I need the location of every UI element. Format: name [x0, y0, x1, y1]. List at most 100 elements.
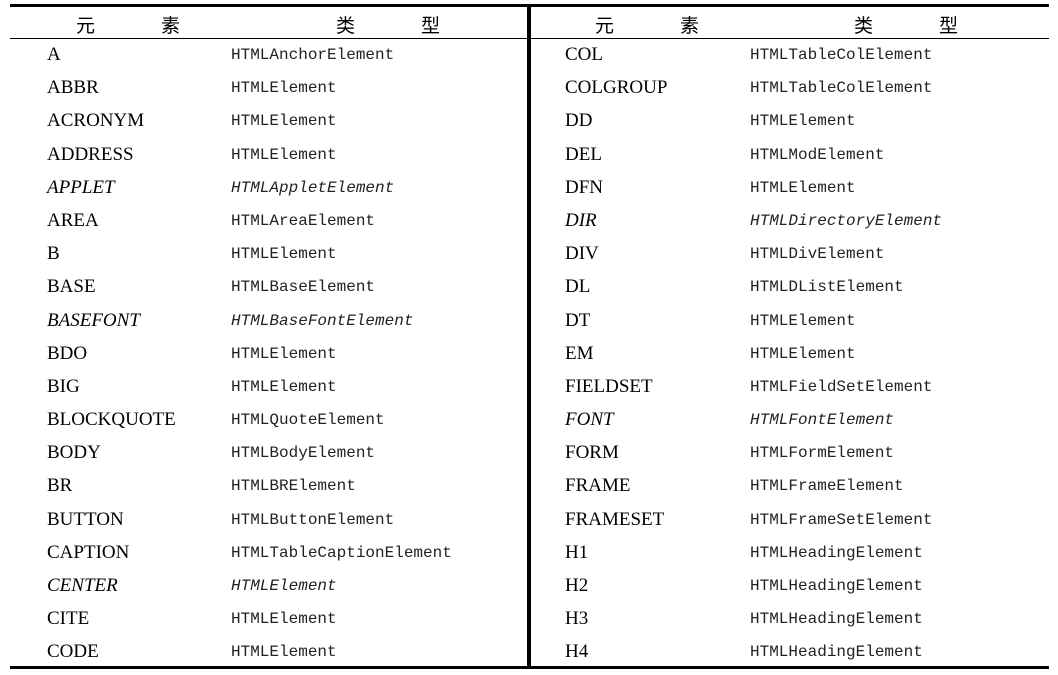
- table-row: DEL HTMLModElement: [531, 139, 1049, 172]
- element-name: DL: [565, 276, 591, 298]
- table-row: BDO HTMLElement: [10, 338, 527, 371]
- element-type: HTMLBaseElement: [231, 278, 376, 297]
- table-left-half: 元 素 类 型 A HTMLAnchorElement ABBR HTMLElemen…: [10, 7, 527, 666]
- table-row: CAPTION HTMLTableCaptionElement: [10, 537, 527, 570]
- element-type-table: 元 素 类 型 A HTMLAnchorElement ABBR HTMLElemen…: [10, 4, 1049, 669]
- table-row: FRAME HTMLFrameElement: [531, 470, 1049, 503]
- table-row: ABBR HTMLElement: [10, 72, 527, 105]
- element-type: HTMLHeadingElement: [750, 643, 923, 662]
- element-name: FRAME: [565, 475, 631, 497]
- element-name: BLOCKQUOTE: [47, 409, 176, 431]
- element-name: BASEFONT: [47, 309, 140, 331]
- element-name: BDO: [47, 342, 88, 364]
- table-row: H3 HTMLHeadingElement: [531, 603, 1049, 636]
- element-type: HTMLElement: [750, 112, 856, 131]
- element-name: CAPTION: [47, 541, 130, 563]
- element-name: BIG: [47, 375, 80, 397]
- table-row: AREA HTMLAreaElement: [10, 205, 527, 238]
- table-row: FORM HTMLFormElement: [531, 437, 1049, 470]
- table-row: BASE HTMLBaseElement: [10, 271, 527, 304]
- table-row: BODY HTMLBodyElement: [10, 437, 527, 470]
- element-name: H4: [565, 641, 589, 663]
- element-type: HTMLDirectoryElement: [750, 211, 943, 230]
- element-type: HTMLFrameElement: [750, 477, 904, 496]
- element-type: HTMLButtonElement: [231, 510, 395, 529]
- table-row: H1 HTMLHeadingElement: [531, 537, 1049, 570]
- table-row: B HTMLElement: [10, 238, 527, 271]
- element-name: APPLET: [47, 176, 115, 198]
- element-type: HTMLBodyElement: [231, 444, 376, 463]
- element-name: H1: [565, 541, 589, 563]
- element-type: HTMLElement: [750, 311, 856, 330]
- element-type: HTMLHeadingElement: [750, 610, 923, 629]
- header-element: 元 素: [595, 15, 730, 37]
- element-name: CODE: [47, 641, 99, 663]
- element-name: DEL: [565, 143, 602, 165]
- table-row: DL HTMLDListElement: [531, 271, 1049, 304]
- element-name: FRAMESET: [565, 508, 665, 530]
- element-name: BUTTON: [47, 508, 124, 530]
- element-type: HTMLFrameSetElement: [750, 510, 933, 529]
- table-row: DFN HTMLElement: [531, 172, 1049, 205]
- element-name: DIR: [565, 209, 597, 231]
- element-name: FONT: [565, 409, 614, 431]
- table-row: BR HTMLBRElement: [10, 470, 527, 503]
- element-name: BR: [47, 475, 73, 497]
- element-type: HTMLFontElement: [750, 411, 895, 430]
- table-row: CODE HTMLElement: [10, 636, 527, 669]
- table-row: COLGROUP HTMLTableColElement: [531, 72, 1049, 105]
- element-name: ABBR: [47, 77, 99, 99]
- element-name: DFN: [565, 176, 604, 198]
- table-row: APPLET HTMLAppletElement: [10, 172, 527, 205]
- element-type: HTMLElement: [231, 145, 337, 164]
- element-name: FIELDSET: [565, 375, 653, 397]
- table-header: 元 素 类 型: [531, 7, 1049, 39]
- table-body-right: COL HTMLTableColElement COLGROUP HTMLTableC…: [531, 39, 1049, 670]
- header-element: 元 素: [76, 15, 211, 37]
- header-type: 类 型: [854, 15, 989, 37]
- table-row: H4 HTMLHeadingElement: [531, 636, 1049, 669]
- element-type: HTMLTableColElement: [750, 46, 933, 64]
- table-header: 元 素 类 型: [10, 7, 527, 39]
- element-name: AREA: [47, 209, 99, 231]
- element-type: HTMLFormElement: [750, 444, 895, 463]
- element-name: BODY: [47, 442, 101, 464]
- element-type: HTMLModElement: [750, 145, 885, 164]
- table-row: CITE HTMLElement: [10, 603, 527, 636]
- table-right-half: 元 素 类 型 COL HTMLTableColElement COLGROUP HT…: [531, 7, 1049, 666]
- table-row: DT HTMLElement: [531, 305, 1049, 338]
- element-type: HTMLElement: [231, 112, 337, 131]
- element-name: COLGROUP: [565, 77, 668, 99]
- table-row: ACRONYM HTMLElement: [10, 105, 527, 138]
- element-type: HTMLAreaElement: [231, 211, 376, 230]
- element-name: ACRONYM: [47, 110, 145, 132]
- element-name: COL: [565, 44, 603, 65]
- table-row: A HTMLAnchorElement: [10, 39, 527, 72]
- element-type: HTMLHeadingElement: [750, 577, 923, 595]
- element-type: HTMLAnchorElement: [231, 46, 395, 64]
- table-row: DIR HTMLDirectoryElement: [531, 205, 1049, 238]
- element-name: H3: [565, 608, 589, 630]
- element-type: HTMLElement: [231, 79, 337, 98]
- element-name: DT: [565, 309, 591, 331]
- table-row: BUTTON HTMLButtonElement: [10, 504, 527, 537]
- element-type: HTMLAppletElement: [231, 178, 395, 197]
- table-row: EM HTMLElement: [531, 338, 1049, 371]
- element-name: A: [47, 44, 61, 65]
- element-type: HTMLHeadingElement: [750, 543, 923, 562]
- element-type: HTMLFieldSetElement: [750, 377, 933, 396]
- table-row: FONT HTMLFontElement: [531, 404, 1049, 437]
- table-row: DD HTMLElement: [531, 105, 1049, 138]
- element-type: HTMLDivElement: [750, 245, 885, 264]
- element-type: HTMLTableColElement: [750, 79, 933, 98]
- element-name: CENTER: [47, 575, 118, 596]
- table-row: ADDRESS HTMLElement: [10, 139, 527, 172]
- element-type: HTMLDListElement: [750, 278, 904, 297]
- table-row: CENTER HTMLElement: [10, 570, 527, 603]
- header-type: 类 型: [336, 15, 471, 37]
- table-row: COL HTMLTableColElement: [531, 39, 1049, 72]
- element-type: HTMLElement: [231, 377, 337, 396]
- element-name: DIV: [565, 243, 599, 265]
- element-type: HTMLElement: [231, 610, 337, 629]
- table-row: BLOCKQUOTE HTMLQuoteElement: [10, 404, 527, 437]
